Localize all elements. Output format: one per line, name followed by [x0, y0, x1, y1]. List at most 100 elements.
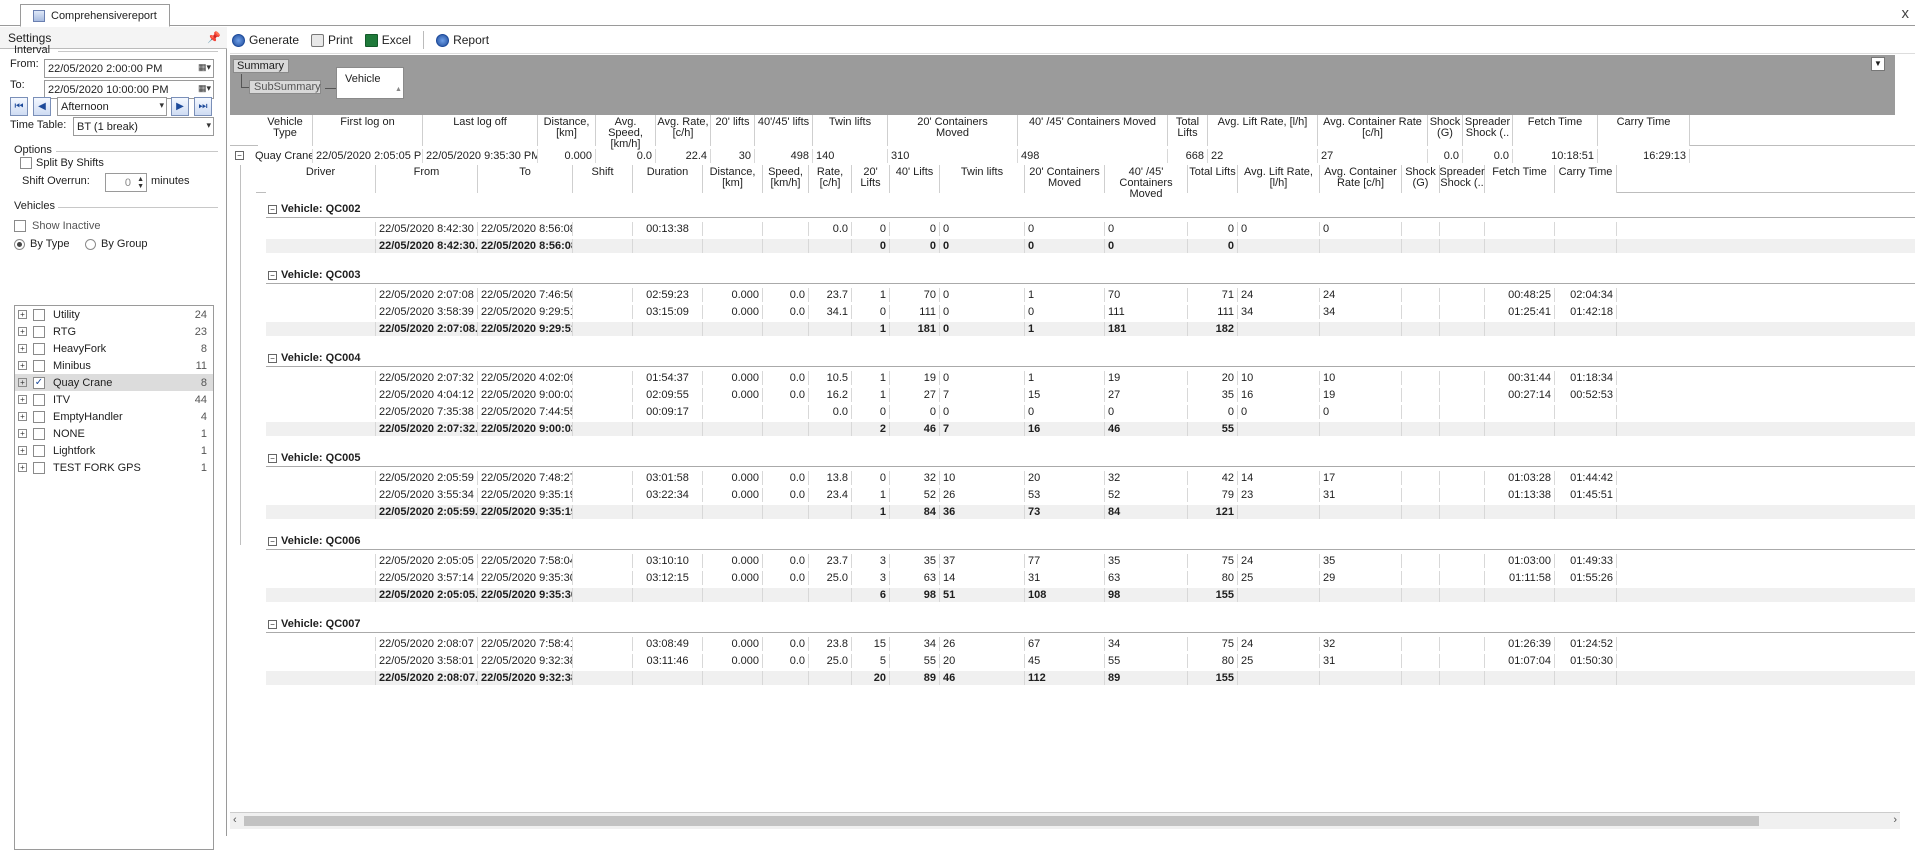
first-period-button[interactable]: ⏮	[10, 97, 28, 116]
vehicle-type-checkbox[interactable]: ✓	[33, 376, 45, 389]
group-summary-chip[interactable]: Summary	[233, 59, 289, 73]
table-row[interactable]: 22/05/2020 2:07:32 P...22/05/2020 4:02:0…	[266, 371, 1915, 385]
chevron-down-icon[interactable]: ▾	[159, 100, 164, 111]
detail-column-header[interactable]: Avg. Container Rate [c/h]	[1320, 165, 1402, 193]
vehicle-group-header[interactable]: − Vehicle: QC006	[268, 533, 1908, 549]
detail-column-header[interactable]: Total Lifts	[1188, 165, 1238, 193]
detail-column-header[interactable]: 40' /45' Containers Moved	[1105, 165, 1188, 200]
table-row[interactable]: 22/05/2020 7:35:38 P...22/05/2020 7:44:5…	[266, 405, 1915, 419]
report-button[interactable]: Report	[436, 33, 489, 47]
table-row[interactable]: 22/05/2020 2:05:59 P...22/05/2020 7:48:2…	[266, 471, 1915, 485]
period-select[interactable]: Afternoon ▾	[57, 97, 167, 116]
vehicle-type-checkbox[interactable]	[33, 393, 45, 406]
detail-column-header[interactable]: Spreader Shock (..	[1439, 165, 1485, 193]
table-row[interactable]: 22/05/2020 8:42:30 P...22/05/2020 8:56:0…	[266, 222, 1915, 236]
vehicle-type-checkbox[interactable]	[33, 461, 45, 474]
pin-icon[interactable]: 📌	[207, 31, 221, 44]
column-header[interactable]: Fetch Time	[1513, 115, 1598, 146]
vehicle-type-row[interactable]: + Utility 24	[15, 306, 213, 323]
show-inactive-checkbox[interactable]	[14, 220, 26, 232]
table-row[interactable]: 22/05/2020 2:05:05 P...22/05/2020 7:58:0…	[266, 554, 1915, 568]
table-row[interactable]: 22/05/2020 2:07:08 P...22/05/2020 7:46:5…	[266, 288, 1915, 302]
close-icon[interactable]: x	[1902, 5, 1910, 22]
vehicle-group-header[interactable]: − Vehicle: QC004	[268, 350, 1908, 366]
column-header[interactable]: Last log off	[423, 115, 538, 146]
expand-icon[interactable]: +	[18, 310, 27, 319]
vehicle-group-header[interactable]: − Vehicle: QC007	[268, 616, 1908, 632]
excel-button[interactable]: Excel	[364, 33, 411, 47]
collapse-icon[interactable]: −	[268, 353, 277, 363]
by-group-option[interactable]: By Group	[85, 238, 147, 250]
table-row[interactable]: 22/05/2020 4:04:12 P...22/05/2020 9:00:0…	[266, 388, 1915, 402]
group-subsummary-chip[interactable]: SubSummary	[249, 80, 321, 94]
expand-icon[interactable]: +	[18, 361, 27, 370]
column-header[interactable]: Vehicle Type	[258, 115, 313, 146]
calendar-dropdown-icon[interactable]: ▦▾	[198, 83, 211, 94]
expand-icon[interactable]: +	[18, 446, 27, 455]
vehicle-type-checkbox[interactable]	[33, 427, 45, 440]
vehicle-type-row[interactable]: + NONE 1	[15, 425, 213, 442]
column-header[interactable]: 20' Containers Moved	[888, 115, 1018, 146]
column-header[interactable]: Carry Time	[1598, 115, 1690, 146]
expand-icon[interactable]: +	[18, 463, 27, 472]
table-row[interactable]: 22/05/2020 2:08:07 P...22/05/2020 7:58:4…	[266, 637, 1915, 651]
detail-column-header[interactable]: Fetch Time	[1485, 165, 1555, 193]
print-button[interactable]: Print	[311, 33, 353, 47]
chevron-down-icon[interactable]: ▾	[206, 120, 211, 131]
column-header[interactable]: 40' /45' Containers Moved	[1018, 115, 1168, 146]
vehicle-type-checkbox[interactable]	[33, 342, 45, 355]
vehicle-type-row[interactable]: + Minibus 11	[15, 357, 213, 374]
column-header[interactable]: 20' lifts	[711, 115, 755, 146]
detail-column-header[interactable]: 40' Lifts	[890, 165, 940, 193]
column-header[interactable]: Distance, [km]	[538, 115, 596, 146]
generate-button[interactable]: Generate	[232, 33, 299, 47]
vehicle-type-checkbox[interactable]	[33, 308, 45, 321]
detail-column-header[interactable]: Distance, [km]	[703, 165, 763, 193]
collapse-icon[interactable]: −	[268, 270, 277, 280]
by-group-radio[interactable]	[85, 238, 96, 250]
group-panel-menu-icon[interactable]: ▼	[1871, 57, 1885, 71]
next-period-button[interactable]: ▶	[171, 97, 189, 116]
expand-icon[interactable]: +	[18, 327, 27, 336]
expand-icon[interactable]: +	[18, 378, 27, 387]
group-vehicle-chip[interactable]: Vehicle ▲	[336, 67, 404, 99]
column-header[interactable]: Twin lifts	[813, 115, 888, 146]
column-header[interactable]: 40'/45' lifts	[755, 115, 813, 146]
show-inactive-option[interactable]: Show Inactive	[14, 220, 100, 232]
expand-icon[interactable]: +	[18, 395, 27, 404]
column-header[interactable]: First log on	[313, 115, 423, 146]
detail-column-header[interactable]: To	[478, 165, 573, 193]
table-row[interactable]: 22/05/2020 3:55:34 P...22/05/2020 9:35:1…	[266, 488, 1915, 502]
scroll-right-icon[interactable]: ›	[1893, 814, 1897, 826]
horizontal-scrollbar[interactable]: ‹ ›	[230, 812, 1900, 829]
expand-icon[interactable]: +	[18, 344, 27, 353]
column-header[interactable]: Avg. Lift Rate, [l/h]	[1208, 115, 1318, 146]
column-header[interactable]: Spreader Shock (..	[1463, 115, 1513, 146]
collapse-icon[interactable]: −	[235, 151, 244, 160]
last-period-button[interactable]: ⏭	[194, 97, 212, 116]
collapse-icon[interactable]: −	[268, 453, 277, 463]
column-header[interactable]: Total Lifts	[1168, 115, 1208, 146]
detail-column-header[interactable]: Rate, [c/h]	[809, 165, 852, 193]
scroll-left-icon[interactable]: ‹	[233, 814, 237, 826]
vehicle-type-row[interactable]: + HeavyFork 8	[15, 340, 213, 357]
vehicle-type-row[interactable]: + ITV 44	[15, 391, 213, 408]
table-row[interactable]: 22/05/2020 3:58:39 P...22/05/2020 9:29:5…	[266, 305, 1915, 319]
document-tab[interactable]: Comprehensivereport	[20, 4, 170, 27]
detail-column-header[interactable]: Duration	[633, 165, 703, 193]
vehicle-type-row[interactable]: + ✓ Quay Crane 8	[15, 374, 213, 391]
vehicle-type-row[interactable]: + TEST FORK GPS 1	[15, 459, 213, 476]
detail-column-header[interactable]: Avg. Lift Rate, [l/h]	[1238, 165, 1320, 193]
vehicle-type-checkbox[interactable]	[33, 359, 45, 372]
detail-column-header[interactable]: Shift	[573, 165, 633, 193]
column-header[interactable]: Shock (G)	[1428, 115, 1463, 146]
top-summary-row[interactable]: − Quay Crane 22/05/2020 2:05:05 PM 22/05/20…	[230, 149, 1915, 163]
from-date-field[interactable]: 22/05/2020 2:00:00 PM ▦▾	[44, 59, 214, 78]
by-type-option[interactable]: By Type	[14, 238, 70, 250]
detail-column-header[interactable]: Twin lifts	[940, 165, 1025, 193]
expand-icon[interactable]: +	[18, 412, 27, 421]
vehicle-group-header[interactable]: − Vehicle: QC002	[268, 201, 1908, 217]
detail-column-header[interactable]: From	[376, 165, 478, 193]
collapse-icon[interactable]: −	[268, 204, 277, 214]
column-header[interactable]: Avg. Container Rate [c/h]	[1318, 115, 1428, 146]
